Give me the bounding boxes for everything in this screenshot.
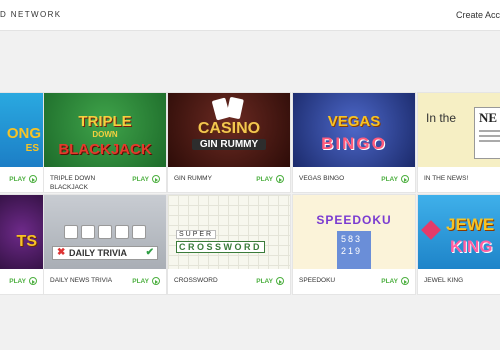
top-navigation-bar: D NETWORK Create Accou	[0, 0, 500, 31]
play-icon	[29, 277, 37, 285]
game-card-speedoku[interactable]: SPEEDOKU 583 219 SPEEDOKU PLAY	[293, 195, 415, 294]
play-icon	[152, 175, 160, 183]
game-card-crossword[interactable]: SUPER CROSSWORD CROSSWORD PLAY	[168, 195, 290, 294]
play-icon	[276, 175, 284, 183]
game-title: DAILY NEWS TRIVIA	[50, 277, 113, 284]
game-card-daily-news-trivia[interactable]: ✖ DAILY TRIVIA ✔ DAILY NEWS TRIVIA PLAY	[44, 195, 166, 294]
thumbnail-art-text: SUPER	[176, 230, 217, 239]
play-label: PLAY	[132, 277, 149, 285]
game-title: JEWEL KING	[424, 277, 464, 284]
play-label: PLAY	[9, 175, 26, 183]
game-thumbnail: CASINO GIN RUMMY	[168, 93, 290, 167]
thumbnail-art-text: BINGO	[321, 134, 387, 153]
playing-card-icon	[226, 96, 244, 120]
game-thumbnail: JEWE KING	[418, 195, 500, 269]
play-button[interactable]: PLAY	[132, 277, 160, 285]
game-thumbnail: VEGAS BINGO	[293, 93, 415, 167]
thumbnail-art-text: CROSSWORD	[176, 241, 265, 253]
thumbnail-art-text: DAILY TRIVIA	[69, 248, 128, 258]
create-account-link[interactable]: Create Accou	[456, 10, 500, 20]
play-icon	[401, 175, 409, 183]
play-label: PLAY	[381, 175, 398, 183]
game-card-triple-down-blackjack[interactable]: TRIPLE DOWN BLACKJACK TRIPLE DOWN BLACKJ…	[44, 93, 166, 192]
gem-icon	[421, 220, 441, 240]
play-icon	[401, 277, 409, 285]
thumbnail-art-text: VEGAS	[327, 113, 381, 130]
thumbnail-art-text: ONG	[6, 125, 41, 142]
play-button[interactable]: PLAY	[381, 175, 409, 183]
play-button[interactable]: PLAY	[9, 175, 37, 183]
game-thumbnail: SPEEDOKU 583 219	[293, 195, 415, 269]
play-button[interactable]: PLAY	[9, 277, 37, 285]
game-title: TRIPLE DOWN BLACKJACK	[50, 175, 96, 191]
game-thumbnail: TRIPLE DOWN BLACKJACK	[44, 93, 166, 167]
play-icon	[152, 277, 160, 285]
thumbnail-art-text: ES	[25, 143, 39, 154]
network-logo[interactable]: D NETWORK	[0, 10, 62, 19]
trivia-banner: ✖ DAILY TRIVIA ✔	[52, 246, 158, 260]
game-card-in-the-news[interactable]: In the NE IN THE NEWS!	[418, 93, 500, 192]
play-button[interactable]: PLAY	[381, 277, 409, 285]
game-thumbnail: SUPER CROSSWORD	[168, 195, 290, 269]
x-icon: ✖	[57, 247, 66, 258]
thumbnail-art-text: TS	[16, 233, 37, 250]
play-label: PLAY	[256, 277, 273, 285]
check-icon: ✔	[145, 247, 154, 258]
game-card-partial-1[interactable]: ONG ES PLAY	[0, 93, 43, 192]
category-icons	[52, 225, 158, 241]
thumbnail-art-text: CASINO	[197, 120, 261, 137]
thumbnail-art-text: GIN RUMMY	[192, 139, 266, 150]
game-card-partial-2[interactable]: TS PLAY	[0, 195, 43, 294]
game-card-jewel-king[interactable]: JEWE KING JEWEL KING	[418, 195, 500, 294]
game-thumbnail: TS	[0, 195, 43, 269]
play-icon	[29, 175, 37, 183]
thumbnail-art-text: BLACKJACK	[58, 141, 152, 158]
thumbnail-art-text: TRIPLE	[78, 113, 132, 130]
thumbnail-art-text: In the	[426, 111, 457, 125]
game-card-gin-rummy[interactable]: CASINO GIN RUMMY GIN RUMMY PLAY	[168, 93, 290, 192]
thumbnail-art-text: KING	[450, 237, 493, 256]
play-label: PLAY	[132, 175, 149, 183]
game-title: IN THE NEWS!	[424, 175, 469, 182]
thumbnail-art-text: SPEEDOKU	[316, 213, 392, 227]
thumbnail-art-text: JEWE	[446, 215, 495, 234]
sudoku-grid: 583 219	[337, 231, 371, 269]
game-title: CROSSWORD	[174, 277, 218, 284]
game-title: SPEEDOKU	[299, 277, 336, 284]
newspaper-icon: NE	[474, 107, 500, 159]
play-icon	[276, 277, 284, 285]
play-label: PLAY	[256, 175, 273, 183]
game-title: VEGAS BINGO	[299, 175, 345, 182]
play-button[interactable]: PLAY	[256, 277, 284, 285]
play-label: PLAY	[381, 277, 398, 285]
game-thumbnail: ONG ES	[0, 93, 43, 167]
play-label: PLAY	[9, 277, 26, 285]
play-button[interactable]: PLAY	[132, 175, 160, 183]
play-button[interactable]: PLAY	[256, 175, 284, 183]
thumbnail-art-text: DOWN	[92, 130, 118, 139]
game-thumbnail: In the NE	[418, 93, 500, 167]
game-card-vegas-bingo[interactable]: VEGAS BINGO VEGAS BINGO PLAY	[293, 93, 415, 192]
game-thumbnail: ✖ DAILY TRIVIA ✔	[44, 195, 166, 269]
game-title: GIN RUMMY	[174, 175, 212, 182]
